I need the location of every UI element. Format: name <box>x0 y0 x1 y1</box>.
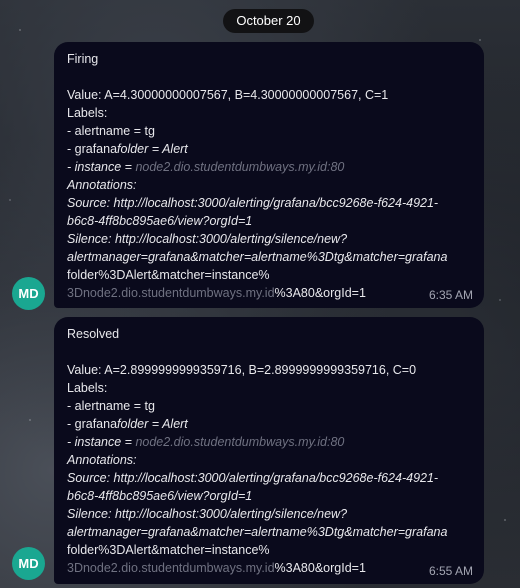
silence-url-line-2[interactable]: alertmanager=grafana&matcher=alertname%3… <box>67 523 471 541</box>
alert-status: Firing <box>67 52 99 66</box>
source-url-line-2[interactable]: b6c8-4ff8bc895ae6/view?orgId=1 <box>67 487 471 505</box>
silence-url-line-3[interactable]: folder%3DAlert&matcher=instance% <box>67 541 471 559</box>
annotations-heading: Annotations: <box>67 178 137 192</box>
message-time: 6:35 AM <box>428 288 473 302</box>
label-instance: - instance = node2.dio.studentdumbways.m… <box>67 160 345 174</box>
alert-status: Resolved <box>67 327 120 341</box>
label-alertname: - alertname = tg <box>67 124 155 138</box>
instance-link[interactable]: node2.dio.studentdumbways.my.id:80 <box>135 435 344 449</box>
silence-url-line-1[interactable]: Silence: http://localhost:3000/alerting/… <box>67 230 471 248</box>
message-bubble-resolved[interactable]: Resolved Value: A=2.8999999999359716, B=… <box>54 317 484 584</box>
instance-link[interactable]: node2.dio.studentdumbways.my.id:80 <box>135 160 344 174</box>
source-url-line-1[interactable]: Source: http://localhost:3000/alerting/g… <box>67 194 471 212</box>
label-folder: - grafanafolder = Alert <box>67 417 188 431</box>
source-url-line-2[interactable]: b6c8-4ff8bc895ae6/view?orgId=1 <box>67 212 471 230</box>
avatar[interactable]: MD <box>12 277 45 310</box>
silence-url-line-3[interactable]: folder%3DAlert&matcher=instance% <box>67 266 471 284</box>
avatar[interactable]: MD <box>12 547 45 580</box>
source-url-line-1[interactable]: Source: http://localhost:3000/alerting/g… <box>67 469 471 487</box>
message-time: 6:55 AM <box>428 564 473 578</box>
date-separator: October 20 <box>223 9 314 33</box>
alert-value: Value: A=2.8999999999359716, B=2.8999999… <box>67 363 417 377</box>
silence-url-line-4[interactable]: 3Dnode2.dio.studentdumbways.my.id%3A80&o… <box>67 284 471 302</box>
silence-url-line-2[interactable]: alertmanager=grafana&matcher=alertname%3… <box>67 248 471 266</box>
label-instance: - instance = node2.dio.studentdumbways.m… <box>67 435 345 449</box>
silence-url-line-1[interactable]: Silence: http://localhost:3000/alerting/… <box>67 505 471 523</box>
label-folder: - grafanafolder = Alert <box>67 142 188 156</box>
message-bubble-firing[interactable]: Firing Value: A=4.30000000007567, B=4.30… <box>54 42 484 308</box>
alert-value: Value: A=4.30000000007567, B=4.300000000… <box>67 88 389 102</box>
label-alertname: - alertname = tg <box>67 399 155 413</box>
annotations-heading: Annotations: <box>67 453 137 467</box>
labels-heading: Labels: <box>67 106 108 120</box>
labels-heading: Labels: <box>67 381 108 395</box>
silence-url-line-4[interactable]: 3Dnode2.dio.studentdumbways.my.id%3A80&o… <box>67 559 471 577</box>
